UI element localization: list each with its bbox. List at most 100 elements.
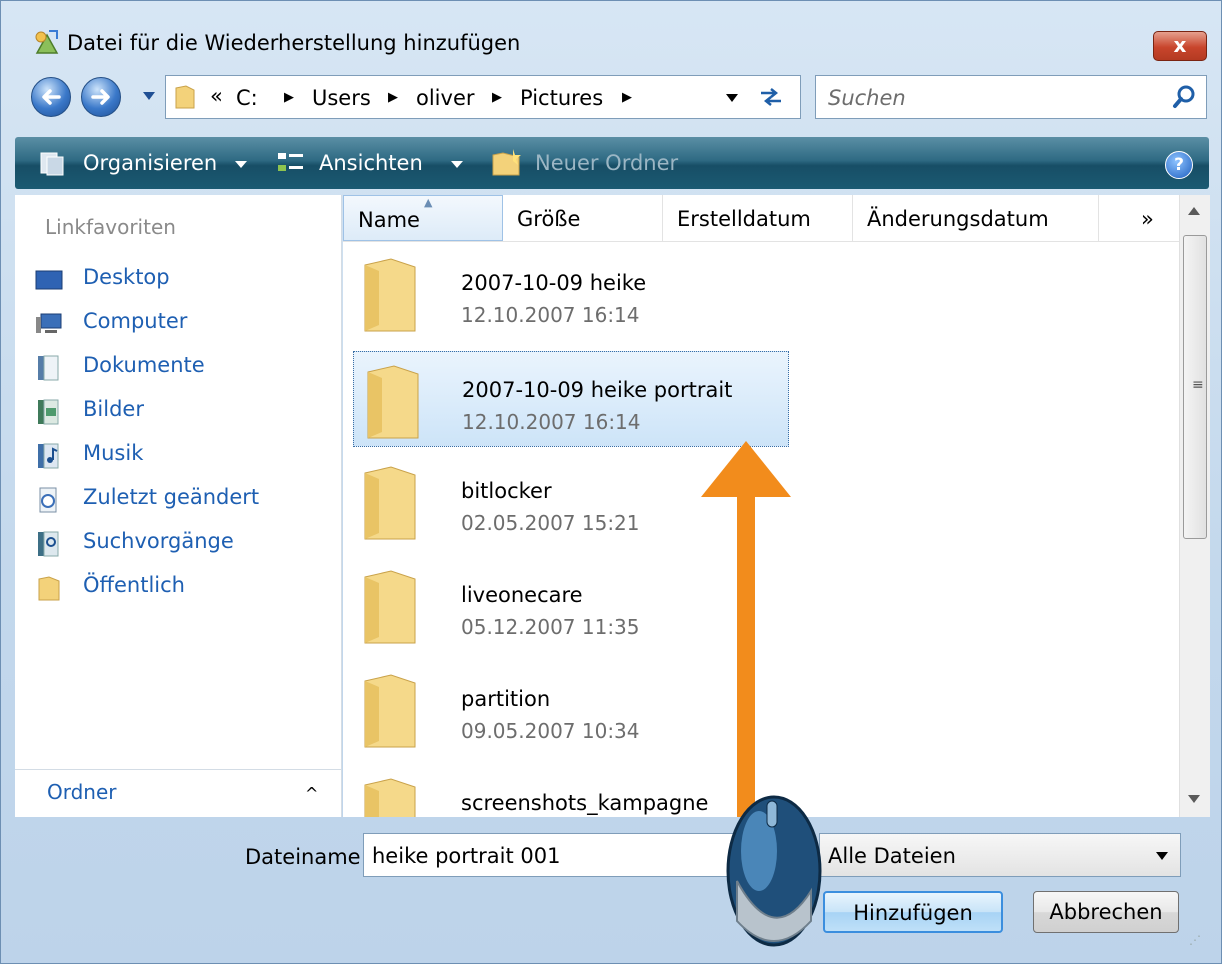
list-item-selected[interactable]: 2007-10-09 heike portrait 12.10.2007 16:…: [353, 351, 789, 447]
collapse-caret-icon[interactable]: ^: [305, 784, 318, 803]
search-input[interactable]: Suchen: [815, 75, 1207, 119]
chevron-right-icon: »: [1141, 207, 1154, 231]
mouse-icon: [726, 795, 822, 947]
sidebar-item-label: Desktop: [83, 265, 170, 289]
item-date: 12.10.2007 16:14: [462, 410, 641, 434]
new-folder-button[interactable]: Neuer Ordner: [535, 151, 678, 175]
breadcrumb-users[interactable]: Users: [312, 86, 371, 110]
item-name: bitlocker: [461, 479, 552, 503]
organize-dropdown-icon[interactable]: [235, 161, 247, 168]
close-icon: x: [1173, 33, 1187, 57]
address-bar[interactable]: « C: ▶ Users ▶ oliver ▶ Pictures ▶: [165, 75, 801, 119]
sidebar-item-public[interactable]: Öffentlich: [35, 571, 335, 607]
sidebar-item-recent[interactable]: Zuletzt geändert: [35, 483, 335, 519]
sidebar-item-label: Computer: [83, 309, 188, 333]
column-label: Änderungsdatum: [867, 207, 1049, 231]
sidebar-item-pictures[interactable]: Bilder: [35, 395, 335, 431]
organize-icon: [40, 152, 64, 176]
item-name: 2007-10-09 heike: [461, 271, 647, 295]
breadcrumb-separator-icon[interactable]: ▶: [284, 90, 294, 105]
scroll-down-icon[interactable]: [1188, 795, 1200, 803]
scroll-up-icon[interactable]: [1188, 207, 1200, 215]
sidebar-item-label: Musik: [83, 441, 144, 465]
more-columns-button[interactable]: »: [1099, 195, 1179, 241]
vertical-scrollbar[interactable]: ≡: [1179, 195, 1210, 817]
sidebar-item-label: Bilder: [83, 397, 144, 421]
close-button[interactable]: x: [1153, 31, 1207, 61]
forward-button[interactable]: [81, 77, 121, 117]
title-bar[interactable]: Datei für die Wiederherstellung hinzufüg…: [1, 1, 1222, 67]
item-name: liveonecare: [461, 583, 583, 607]
list-item[interactable]: 2007-10-09 heike 12.10.2007 16:14: [351, 245, 787, 341]
sidebar-item-music[interactable]: Musik: [35, 439, 335, 475]
filename-value: heike portrait 001: [372, 844, 561, 868]
file-type-select[interactable]: Alle Dateien: [819, 833, 1181, 877]
folder-icon: [364, 466, 416, 540]
column-label: Name: [358, 208, 420, 232]
views-dropdown-icon[interactable]: [451, 161, 463, 168]
searches-icon: [38, 531, 59, 557]
search-placeholder: Suchen: [828, 86, 906, 110]
views-button[interactable]: Ansichten: [319, 151, 423, 175]
help-icon: ?: [1174, 155, 1184, 175]
folder-icon: [364, 570, 416, 644]
breadcrumb-pictures[interactable]: Pictures: [520, 86, 603, 110]
favorites-pane: Linkfavoriten Desktop Computer Dokumente…: [15, 195, 342, 817]
cancel-button[interactable]: Abbrechen: [1033, 891, 1179, 933]
item-date: 12.10.2007 16:14: [461, 303, 640, 327]
column-header-modified[interactable]: Änderungsdatum: [853, 195, 1099, 241]
address-history-dropdown-icon[interactable]: [726, 94, 738, 102]
add-button[interactable]: Hinzufügen: [823, 891, 1003, 933]
recent-pages-chevron-icon[interactable]: [143, 92, 155, 100]
organize-button[interactable]: Organisieren: [83, 151, 217, 175]
recent-icon: [39, 487, 57, 513]
item-name: 2007-10-09 heike portrait: [462, 378, 733, 402]
scroll-thumb[interactable]: ≡: [1183, 235, 1207, 539]
column-header-name[interactable]: Name ▲: [343, 195, 503, 241]
item-date: 02.05.2007 15:21: [461, 511, 640, 535]
item-name: screenshots_kampagne: [461, 791, 709, 815]
breadcrumb-separator-icon[interactable]: ▶: [622, 90, 632, 105]
help-button[interactable]: ?: [1165, 151, 1193, 179]
column-header-created[interactable]: Erstelldatum: [663, 195, 853, 241]
folders-toggle[interactable]: Ordner ^: [15, 769, 341, 816]
public-folder-icon: [38, 576, 60, 601]
search-icon[interactable]: [1172, 84, 1198, 110]
sidebar-item-label: Dokumente: [83, 353, 205, 377]
sidebar-item-label: Öffentlich: [83, 573, 185, 597]
command-toolbar: Organisieren Ansichten Neuer Ordner: [15, 137, 1209, 189]
sidebar-item-documents[interactable]: Dokumente: [35, 351, 335, 387]
breadcrumb-separator-icon[interactable]: ▶: [492, 90, 502, 105]
resize-grip-icon[interactable]: ⋰: [1189, 933, 1201, 947]
sidebar-item-desktop[interactable]: Desktop: [35, 263, 335, 299]
folders-label: Ordner: [47, 780, 117, 804]
back-button[interactable]: [31, 77, 71, 117]
breadcrumb-oliver[interactable]: oliver: [416, 86, 475, 110]
forward-arrow-icon: [91, 89, 110, 105]
refresh-icon[interactable]: [751, 79, 791, 115]
item-date: 09.05.2007 10:34: [461, 719, 640, 743]
sidebar-item-searches[interactable]: Suchvorgänge: [35, 527, 335, 563]
window-title: Datei für die Wiederherstellung hinzufüg…: [67, 31, 521, 55]
breadcrumb-overflow-icon[interactable]: «: [210, 84, 223, 108]
new-folder-icon: [492, 149, 521, 176]
breadcrumb-c[interactable]: C:: [236, 86, 258, 110]
folder-icon: [364, 258, 416, 332]
chevron-down-icon: [1156, 852, 1168, 860]
restore-app-icon: [35, 30, 59, 54]
views-icon: [278, 153, 303, 171]
column-label: Größe: [517, 207, 581, 231]
folder-icon: [367, 365, 419, 439]
back-arrow-icon: [42, 89, 61, 105]
pictures-icon: [38, 399, 59, 425]
folder-icon: [364, 778, 416, 817]
sidebar-item-label: Zuletzt geändert: [83, 485, 260, 509]
sidebar-item-computer[interactable]: Computer: [35, 307, 335, 343]
pointer-arrow-overlay: [701, 441, 791, 817]
dialog-window: Datei für die Wiederherstellung hinzufüg…: [0, 0, 1222, 964]
column-header-size[interactable]: Größe: [503, 195, 663, 241]
sort-ascending-icon: ▲: [424, 196, 433, 209]
breadcrumb-separator-icon[interactable]: ▶: [388, 90, 398, 105]
column-header-row: Name ▲ Größe Erstelldatum Änderungsdatum…: [343, 195, 1179, 242]
item-name: partition: [461, 687, 551, 711]
